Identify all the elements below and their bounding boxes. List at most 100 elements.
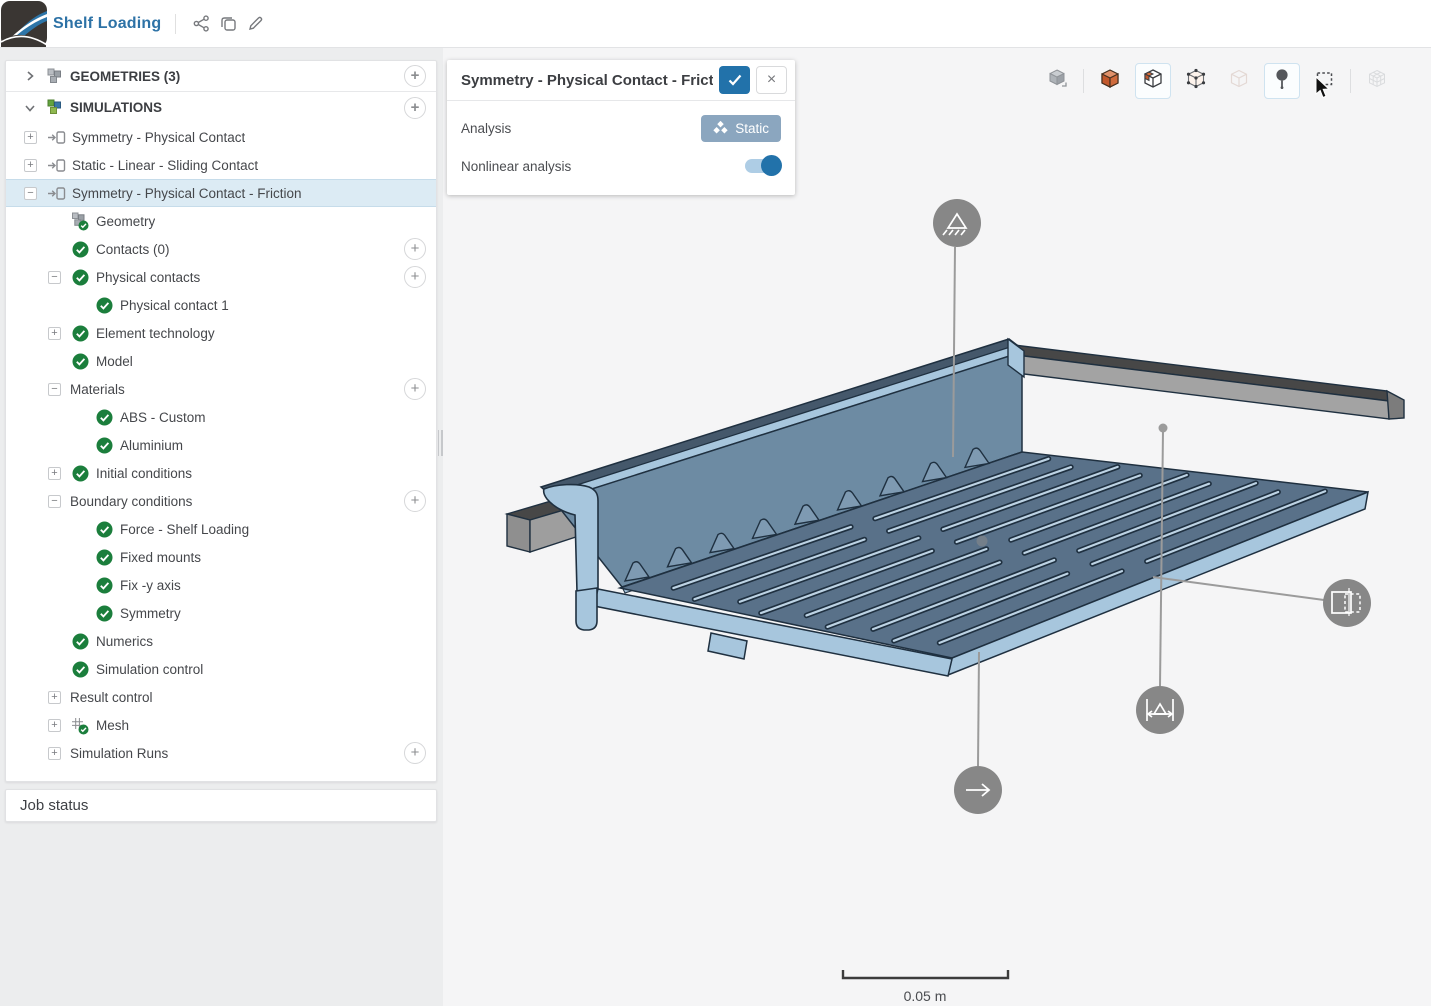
job-status-label: Job status — [20, 797, 88, 814]
chevron-down-icon[interactable] — [22, 102, 38, 114]
tree-item-physical-contacts[interactable]: −Physical contacts+ — [6, 263, 436, 291]
tree-item-contacts-0[interactable]: +Contacts (0)+ — [6, 235, 436, 263]
add-button[interactable]: + — [404, 238, 426, 260]
analysis-label: Analysis — [461, 121, 511, 136]
simulation-icon — [46, 158, 66, 173]
tree-item-static-linear-sliding-contact[interactable]: + Static - Linear - Sliding Contact — [6, 151, 436, 179]
check-icon — [94, 437, 114, 454]
tree-item-result-control[interactable]: +Result control — [6, 683, 436, 711]
vertex-cube-icon — [1184, 67, 1208, 96]
tree-item-simulations[interactable]: SIMULATIONS+ — [6, 92, 436, 123]
tree-item-physical-contact-1[interactable]: +Physical contact 1 — [6, 291, 436, 319]
tree-item-symmetry-physical-contact[interactable]: +Symmetry - Physical Contact — [6, 123, 436, 151]
job-status-panel[interactable]: Job status — [5, 789, 437, 822]
show-annotations-button[interactable] — [1264, 63, 1300, 99]
tree-item-label: Fix -y axis — [120, 578, 181, 593]
expand-toggle[interactable]: + — [48, 747, 61, 760]
tree-item-fixed-mounts[interactable]: +Fixed mounts — [6, 543, 436, 571]
collapse-toggle[interactable]: − — [24, 187, 37, 200]
symmetry-marker[interactable] — [1323, 579, 1371, 627]
simulation-icon — [46, 186, 66, 201]
nonlinear-label: Nonlinear analysis — [461, 159, 571, 174]
tree-item-label: Symmetry — [120, 606, 181, 621]
chevron-right-icon[interactable] — [22, 70, 38, 82]
tree-item-fix-y-axis[interactable]: +Fix -y axis — [6, 571, 436, 599]
collapse-toggle[interactable]: − — [48, 271, 61, 284]
simulation-set-icon — [44, 99, 64, 116]
aluminium-rail[interactable] — [1006, 344, 1404, 419]
apply-button[interactable] — [719, 66, 750, 94]
tree-item-aluminium[interactable]: +Aluminium — [6, 431, 436, 459]
tree-item-model[interactable]: +Model — [6, 347, 436, 375]
tree-item-mesh[interactable]: + Mesh — [6, 711, 436, 739]
view-cube-icon — [1046, 67, 1070, 96]
check-icon — [70, 269, 90, 286]
view-cube-button[interactable] — [1040, 63, 1076, 99]
box-select-button[interactable] — [1307, 63, 1343, 99]
tree-item-geometry[interactable]: +Geometry — [6, 207, 436, 235]
analysis-type-value: Static — [735, 121, 769, 136]
expand-toggle[interactable]: + — [24, 159, 37, 172]
nonlinear-toggle[interactable] — [745, 159, 779, 173]
box-select-icon — [1313, 67, 1337, 96]
tree-item-boundary-conditions[interactable]: −Boundary conditions+ — [6, 487, 436, 515]
tree-item-force-shelf-loading[interactable]: +Force - Shelf Loading — [6, 515, 436, 543]
app-header: Shelf Loading — [0, 0, 1431, 48]
check-icon — [70, 465, 90, 482]
geometry-set-icon — [44, 68, 64, 85]
tree-item-label: Static - Linear - Sliding Contact — [72, 158, 258, 173]
collapse-toggle[interactable]: − — [48, 495, 61, 508]
tree-item-label: Contacts (0) — [96, 242, 170, 257]
tree-item-label: Mesh — [96, 718, 129, 733]
tree-item-materials[interactable]: −Materials+ — [6, 375, 436, 403]
close-button[interactable]: × — [756, 66, 787, 94]
settings-dialog: Symmetry - Physical Contact - Friction ×… — [447, 60, 795, 195]
add-button[interactable]: + — [404, 490, 426, 512]
scale-bar: 0.05 m — [843, 970, 1008, 1004]
add-button[interactable]: + — [404, 378, 426, 400]
tree-item-geometries-3[interactable]: GEOMETRIES (3)+ — [6, 61, 436, 92]
tree-item-symmetry[interactable]: +Symmetry — [6, 599, 436, 627]
simulation-tree-panel: GEOMETRIES (3)+SIMULATIONS++Symmetry - P… — [5, 60, 437, 782]
expand-toggle[interactable]: + — [48, 719, 61, 732]
add-button[interactable]: + — [404, 266, 426, 288]
tree-item-numerics[interactable]: +Numerics — [6, 627, 436, 655]
rename-button[interactable] — [242, 11, 268, 37]
toolbar-divider — [1350, 69, 1351, 93]
face-cube-icon — [1227, 67, 1251, 96]
select-volume-mode-button[interactable] — [1135, 63, 1171, 99]
tree-item-label: Simulation control — [96, 662, 203, 677]
tree-item-symmetry-physical-contact-friction[interactable]: −Symmetry - Physical Contact - Friction — [6, 179, 436, 207]
select-volumes-button[interactable] — [1092, 63, 1128, 99]
tree-item-initial-conditions[interactable]: +Initial conditions — [6, 459, 436, 487]
analysis-type-chip[interactable]: Static — [701, 115, 781, 142]
duplicate-button[interactable] — [215, 11, 241, 37]
tree-item-simulation-runs[interactable]: +Simulation Runs+ — [6, 739, 436, 767]
tree-item-label: Force - Shelf Loading — [120, 522, 249, 537]
expand-toggle[interactable]: + — [24, 131, 37, 144]
tree-item-label: ABS - Custom — [120, 410, 206, 425]
tree-item-label: Element technology — [96, 326, 215, 341]
add-button[interactable]: + — [404, 65, 426, 87]
pin-icon — [1270, 67, 1294, 96]
slider-constraint-marker[interactable] — [1136, 686, 1184, 734]
force-marker[interactable] — [954, 766, 1002, 814]
check-icon — [94, 409, 114, 426]
check-icon — [94, 297, 114, 314]
tree-item-abs-custom[interactable]: +ABS - Custom — [6, 403, 436, 431]
panel-resize-handle[interactable] — [436, 425, 444, 461]
scale-label: 0.05 m — [904, 988, 947, 1004]
mesh-check-icon — [70, 716, 90, 735]
fixed-support-marker[interactable] — [933, 199, 981, 247]
add-button[interactable]: + — [404, 742, 426, 764]
expand-toggle[interactable]: + — [48, 327, 61, 340]
check-icon — [70, 633, 90, 650]
collapse-toggle[interactable]: − — [48, 383, 61, 396]
add-button[interactable]: + — [404, 97, 426, 119]
tree-item-simulation-control[interactable]: +Simulation control — [6, 655, 436, 683]
select-vertices-button[interactable] — [1178, 63, 1214, 99]
expand-toggle[interactable]: + — [48, 467, 61, 480]
expand-toggle[interactable]: + — [48, 691, 61, 704]
share-button[interactable] — [188, 11, 214, 37]
tree-item-element-technology[interactable]: + Element technology — [6, 319, 436, 347]
